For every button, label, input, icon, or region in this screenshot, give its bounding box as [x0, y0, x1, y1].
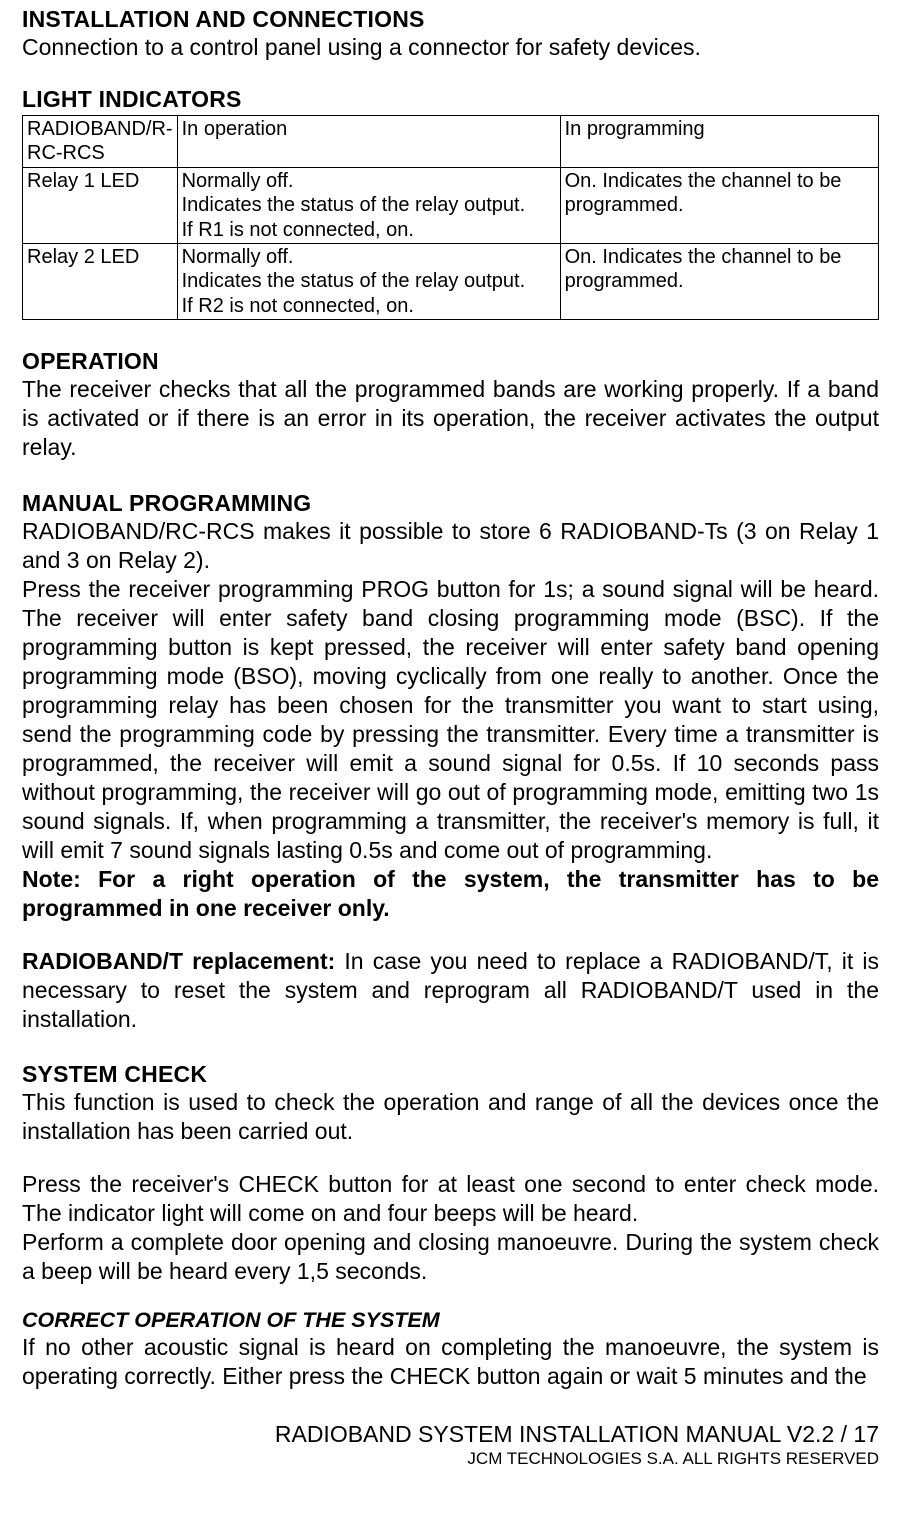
table-cell: In operation [177, 115, 560, 167]
page-footer: RADIOBAND SYSTEM INSTALLATION MANUAL V2.… [22, 1421, 879, 1469]
heading-installation: INSTALLATION AND CONNECTIONS [22, 6, 879, 33]
manual-programming-p1: RADIOBAND/RC-RCS makes it possible to st… [22, 517, 879, 575]
footer-sub: JCM TECHNOLOGIES S.A. ALL RIGHTS RESERVE… [22, 1449, 879, 1469]
operation-text: The receiver checks that all the program… [22, 375, 879, 462]
manual-programming-p2: Press the receiver programming PROG butt… [22, 575, 879, 865]
table-cell: Normally off.Indicates the status of the… [177, 167, 560, 243]
table-cell: RADIOBAND/R-RC-RCS [23, 115, 178, 167]
table-cell: On. Indicates the channel to be programm… [560, 243, 878, 319]
table-row: RADIOBAND/R-RC-RCS In operation In progr… [23, 115, 879, 167]
heading-system-check: SYSTEM CHECK [22, 1061, 879, 1088]
light-indicators-table: RADIOBAND/R-RC-RCS In operation In progr… [22, 115, 879, 320]
table-cell: In programming [560, 115, 878, 167]
installation-text: Connection to a control panel using a co… [22, 33, 879, 62]
correct-operation-text: If no other acoustic signal is heard on … [22, 1333, 879, 1391]
system-check-p3: Perform a complete door opening and clos… [22, 1228, 879, 1286]
table-cell: Relay 2 LED [23, 243, 178, 319]
table-row: Relay 2 LED Normally off.Indicates the s… [23, 243, 879, 319]
table-cell: Relay 1 LED [23, 167, 178, 243]
heading-correct-operation: CORRECT OPERATION OF THE SYSTEM [22, 1308, 879, 1333]
heading-operation: OPERATION [22, 348, 879, 375]
table-cell: On. Indicates the channel to be programm… [560, 167, 878, 243]
heading-manual-programming: MANUAL PROGRAMMING [22, 490, 879, 517]
heading-light-indicators: LIGHT INDICATORS [22, 86, 879, 113]
replacement-label: RADIOBAND/T replacement: [22, 948, 335, 974]
table-cell: Normally off.Indicates the status of the… [177, 243, 560, 319]
table-row: Relay 1 LED Normally off.Indicates the s… [23, 167, 879, 243]
system-check-p1: This function is used to check the opera… [22, 1088, 879, 1146]
manual-programming-note: Note: For a right operation of the syste… [22, 865, 879, 923]
system-check-p2: Press the receiver's CHECK button for at… [22, 1170, 879, 1228]
footer-title: RADIOBAND SYSTEM INSTALLATION MANUAL V2.… [22, 1421, 879, 1449]
radioband-replacement: RADIOBAND/T replacement: In case you nee… [22, 947, 879, 1034]
